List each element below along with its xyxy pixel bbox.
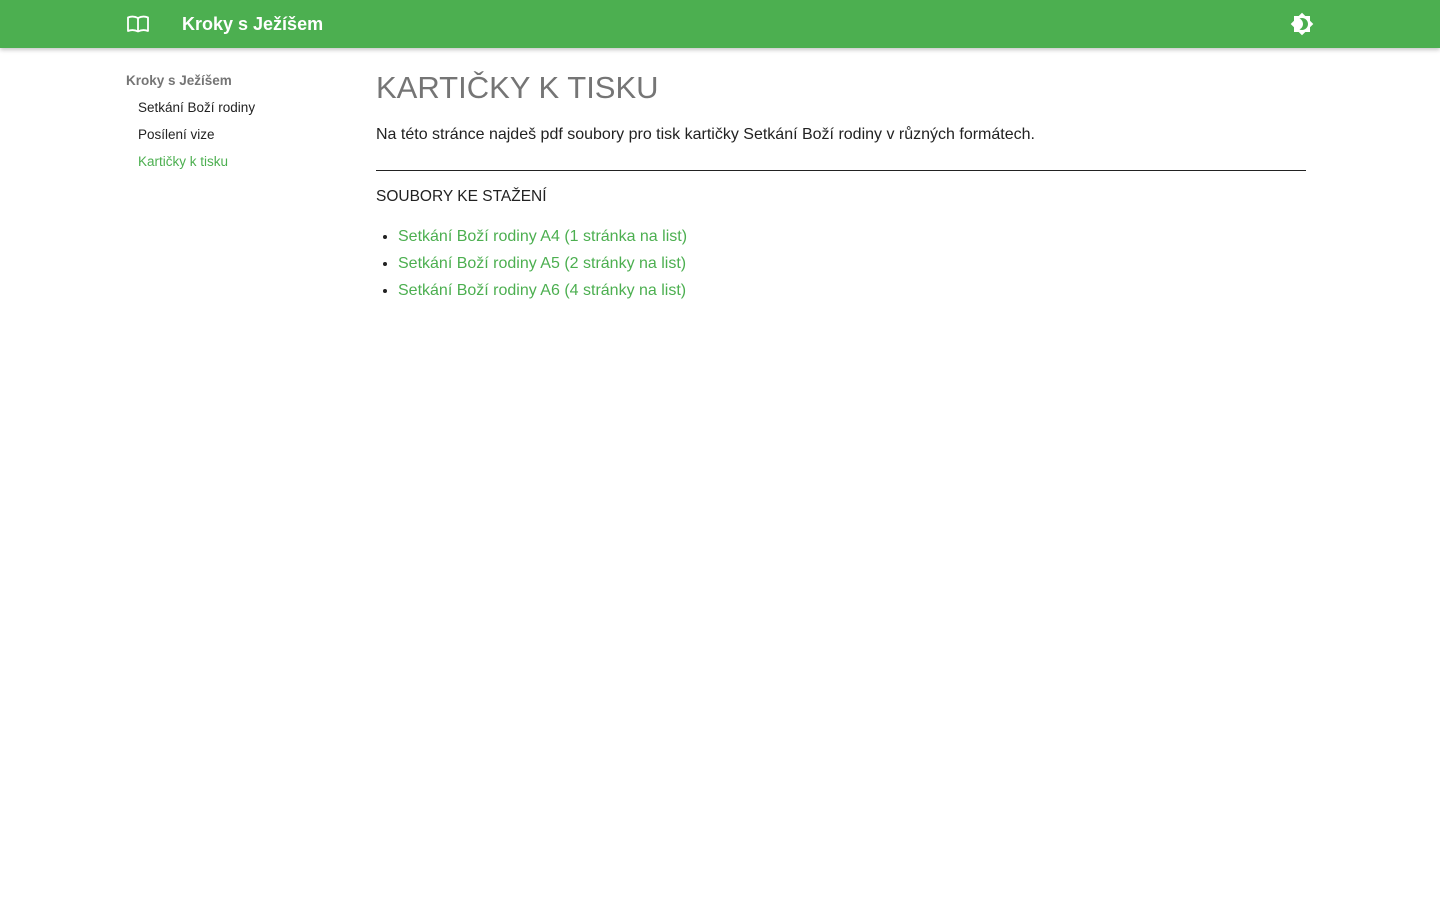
intro-paragraph: Na této stránce najdeš pdf soubory pro t… (376, 126, 1035, 143)
download-link-a4[interactable]: Setkání Boží rodiny A4 (1 stránka na lis… (398, 228, 687, 245)
site-title[interactable]: Kroky s Ježíšem (182, 13, 323, 35)
list-item: Setkání Boží rodiny A4 (1 stránka na lis… (398, 223, 1306, 250)
download-link-a5[interactable]: Setkání Boží rodiny A5 (2 stránky na lis… (398, 255, 686, 272)
theme-toggle-button[interactable] (1282, 6, 1322, 42)
list-item: Setkání Boží rodiny A5 (2 stránky na lis… (398, 250, 1306, 277)
brightness-icon (1290, 12, 1314, 36)
sidebar-list: Setkání Boží rodiny Posílení vize Kartič… (126, 99, 346, 171)
sidebar-root-link[interactable]: Kroky s Ježíšem (126, 72, 346, 90)
sidebar-item-posileni-vize: Posílení vize (126, 126, 346, 144)
download-link-a6[interactable]: Setkání Boží rodiny A6 (4 stránky na lis… (398, 282, 686, 299)
downloads-list: Setkání Boží rodiny A4 (1 stránka na lis… (376, 223, 1306, 304)
top-app-bar: Kroky s Ježíšem (0, 0, 1440, 48)
sidebar-item-label[interactable]: Posílení vize (126, 126, 346, 144)
list-item: Setkání Boží rodiny A6 (4 stránky na lis… (398, 277, 1306, 304)
sidebar-item-setkani: Setkání Boží rodiny (126, 99, 346, 117)
book-open-icon (127, 15, 149, 33)
sidebar-item-label[interactable]: Setkání Boží rodiny (126, 99, 346, 117)
sidebar-item-karticky: Kartičky k tisku (126, 153, 346, 171)
main-content: KARTIČKY K TISKU Na této stránce najdeš … (376, 68, 1306, 304)
sidebar-item-label-active[interactable]: Kartičky k tisku (126, 153, 346, 171)
sidebar-nav: Kroky s Ježíšem Setkání Boží rodiny Posí… (126, 72, 346, 180)
downloads-heading: SOUBORY KE STAŽENÍ (376, 188, 547, 205)
divider (376, 170, 1306, 171)
menu-button[interactable] (118, 6, 158, 42)
page-title: KARTIČKY K TISKU (376, 70, 659, 105)
